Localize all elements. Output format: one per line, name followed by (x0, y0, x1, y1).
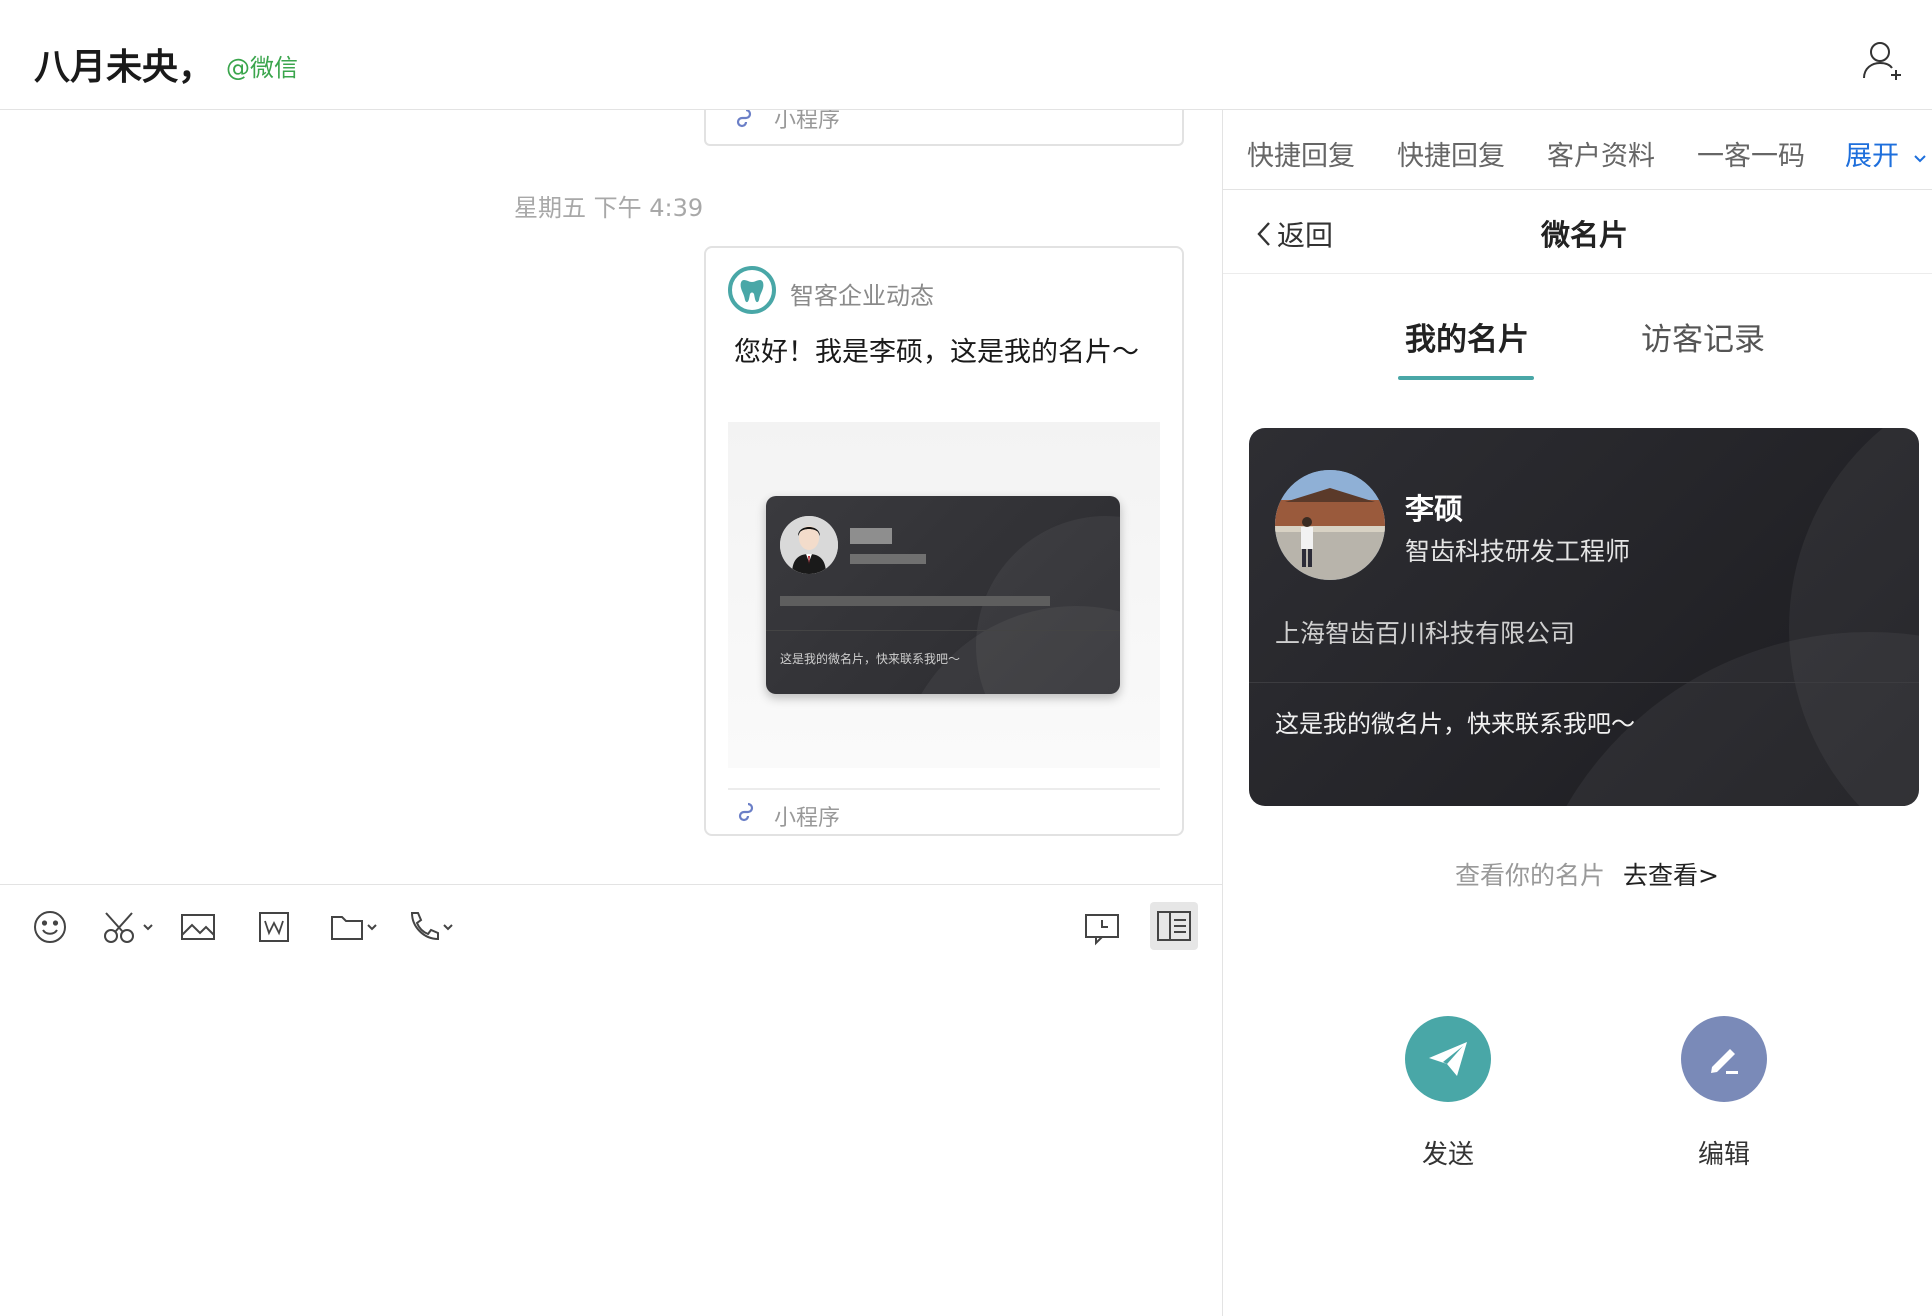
chevron-down-icon (1912, 142, 1928, 173)
mini-program-label: 小程序 (774, 110, 841, 133)
mini-program-label: 小程序 (774, 806, 841, 831)
card-slogan: 这是我的微名片，快来联系我吧～ (1275, 710, 1635, 738)
mini-program-footer: 小程序 (734, 800, 840, 831)
phone-icon[interactable] (404, 907, 460, 947)
contact-name: 八月未央， (34, 47, 215, 88)
card-source-name: 智客企业动态 (790, 282, 934, 310)
folder-icon[interactable] (328, 907, 384, 947)
business-card[interactable]: 李硕 智齿科技研发工程师 上海智齿百川科技有限公司 这是我的微名片，快来联系我吧… (1249, 428, 1919, 806)
timestamp-text: 星期五 下午 4:39 (514, 194, 704, 222)
input-toolbar (0, 884, 1222, 964)
tooth-logo-icon (728, 266, 776, 314)
tab-quick-reply-1[interactable]: 快捷回复 (1247, 134, 1355, 173)
chat-area: 小程序 星期五 下午 4:39 智客企业动态 您好！我是李硕，这是我的名片～ 这… (0, 110, 1222, 884)
profile-avatar (1275, 470, 1385, 580)
business-card-message[interactable]: 智客企业动态 您好！我是李硕，这是我的名片～ 这是我的微名片，快来联系我吧～ 小… (704, 246, 1184, 836)
chat-history-icon[interactable] (1082, 907, 1122, 947)
send-label: 发送 (1421, 1140, 1474, 1170)
pencil-icon (1681, 1016, 1767, 1102)
card-name: 李硕 (1405, 492, 1464, 526)
panel-tabs: 快捷回复 快捷回复 客户资料 一客一码 展开 (1223, 110, 1932, 190)
image-icon[interactable] (178, 907, 218, 947)
contact-source: @微信 (226, 54, 298, 82)
paper-plane-icon (1405, 1016, 1491, 1102)
tab-quick-reply-2[interactable]: 快捷回复 (1397, 134, 1505, 173)
document-icon[interactable] (254, 907, 294, 947)
mini-card-avatar (780, 516, 838, 574)
active-tab-indicator (1398, 376, 1534, 380)
mini-card-role-placeholder (850, 554, 926, 564)
mini-business-card: 这是我的微名片，快来联系我吧～ (766, 496, 1120, 694)
screenshot-scissors-icon[interactable] (102, 907, 158, 947)
add-user-icon[interactable] (1860, 38, 1906, 84)
mini-program-icon (732, 110, 756, 136)
side-panel: 快捷回复 快捷回复 客户资料 一客一码 展开 返回 微名片 我的名片 访客记录 (1222, 110, 1932, 1316)
edit-label: 编辑 (1697, 1140, 1750, 1170)
expand-label: 展开 (1845, 141, 1899, 172)
previous-message-card[interactable]: 小程序 (704, 110, 1184, 146)
card-divider (1249, 682, 1919, 683)
back-button[interactable]: 返回 (1255, 214, 1333, 255)
emoji-icon[interactable] (30, 907, 70, 947)
mini-card-name-placeholder (850, 528, 892, 544)
panel-title: 微名片 (1541, 218, 1629, 252)
mini-card-slogan: 这是我的微名片，快来联系我吧～ (780, 652, 961, 666)
tab-expand[interactable]: 展开 (1845, 134, 1928, 173)
tab-one-customer-one-code[interactable]: 一客一码 (1697, 134, 1805, 173)
side-panel-toggle[interactable] (1150, 902, 1198, 950)
mini-program-icon (734, 802, 758, 830)
card-company: 上海智齿百川科技有限公司 (1275, 619, 1576, 648)
chat-header: 八月未央， @微信 (0, 0, 1932, 110)
tab-customer-profile[interactable]: 客户资料 (1547, 134, 1655, 173)
card-footer-divider (728, 788, 1160, 790)
send-button[interactable]: 发送 (1405, 1016, 1491, 1170)
card-message-text: 您好！我是李硕，这是我的名片～ (734, 337, 1139, 368)
view-card-hint: 查看你的名片 (1455, 861, 1606, 890)
mini-card-company-placeholder (780, 596, 1050, 606)
mini-card-divider (766, 630, 1120, 631)
tab-my-card[interactable]: 我的名片 (1405, 314, 1529, 359)
chevron-left-icon (1255, 220, 1273, 255)
tab-visitor-records[interactable]: 访客记录 (1641, 314, 1765, 359)
back-label: 返回 (1277, 219, 1334, 252)
edit-button[interactable]: 编辑 (1681, 1016, 1767, 1170)
card-preview-image: 这是我的微名片，快来联系我吧～ (728, 422, 1160, 768)
panel-subheader: 返回 微名片 (1223, 190, 1932, 274)
view-card-link[interactable]: 去查看> (1623, 856, 1719, 892)
card-role: 智齿科技研发工程师 (1405, 537, 1631, 566)
